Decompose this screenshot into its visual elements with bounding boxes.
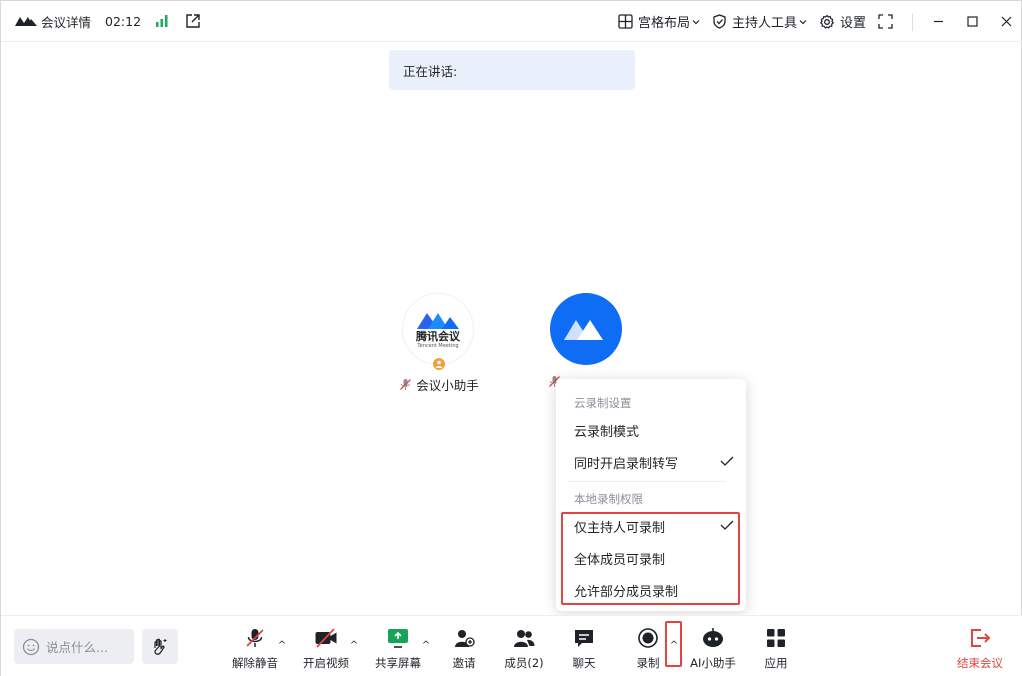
- speaking-indicator: 正在讲话:: [389, 50, 635, 90]
- close-button[interactable]: [989, 1, 1022, 42]
- some-members-record-item[interactable]: 允许部分成员录制: [574, 577, 734, 603]
- apps-button[interactable]: 应用: [746, 626, 806, 671]
- local-recording-header: 本地录制权限: [574, 492, 643, 506]
- cloud-recording-header: 云录制设置: [574, 396, 632, 410]
- members-icon: [514, 630, 535, 647]
- raise-hand-icon: [154, 638, 167, 655]
- video-options-caret[interactable]: ^: [349, 639, 359, 651]
- maximize-icon: [966, 16, 978, 27]
- record-icon: [638, 628, 658, 648]
- popout-icon[interactable]: [185, 13, 201, 29]
- chevron-down-icon: [799, 19, 807, 24]
- close-icon: [1001, 16, 1011, 27]
- audio-options-caret[interactable]: ^: [277, 639, 287, 651]
- participant-name: 会议小助手: [416, 378, 479, 393]
- record-options-menu: 云录制设置 云录制模式 同时开启录制转写 本地录制权限 仅主持人可录制 全体成员…: [556, 379, 746, 611]
- invite-label: 邀请: [452, 656, 476, 670]
- gear-icon: [820, 14, 834, 29]
- avatar: 腾讯会议 Tencent Meeting: [402, 293, 474, 372]
- logo-text: 腾讯会议: [416, 330, 460, 343]
- tencent-meeting-logo-icon: [417, 313, 459, 329]
- meeting-timer: 02:12: [105, 13, 142, 29]
- add-user-icon: [455, 630, 475, 647]
- share-screen-button[interactable]: 共享屏幕: [368, 626, 428, 671]
- minimize-icon: [933, 20, 943, 23]
- mic-muted-icon: [400, 379, 412, 390]
- host-tools-button[interactable]: 主持人工具: [706, 8, 813, 36]
- tencent-meeting-logo-icon: [15, 17, 37, 26]
- meeting-window: 会议详情 02:12 宫格布局 主持人工具 设置 正在讲话: 腾讯会议 Tenc…: [0, 0, 1022, 676]
- meeting-details-link[interactable]: 会议详情: [41, 12, 91, 31]
- apps-grid-icon: [767, 629, 785, 647]
- chat-icon: [575, 630, 593, 647]
- raise-hand-button[interactable]: [142, 629, 178, 664]
- network-signal-icon[interactable]: [155, 14, 169, 28]
- logo-subtext: Tencent Meeting: [417, 343, 459, 349]
- checkmark-icon: [720, 520, 734, 530]
- ai-assistant-icon: [703, 628, 723, 647]
- video-off-icon: [315, 628, 337, 648]
- ai-assistant-button[interactable]: AI小助手: [683, 626, 743, 671]
- members-button[interactable]: 成员(2): [494, 626, 554, 671]
- share-screen-label: 共享屏幕: [375, 656, 421, 670]
- chat-placeholder: 说点什么...: [46, 640, 108, 655]
- host-only-record-label: 仅主持人可录制: [574, 520, 666, 536]
- members-label: 成员(2): [504, 656, 544, 670]
- menu-divider: [568, 481, 726, 482]
- cloud-recording-mode-item[interactable]: 云录制模式: [574, 417, 734, 443]
- chat-label: 聊天: [572, 656, 596, 670]
- some-members-record-label: 允许部分成员录制: [574, 584, 679, 600]
- chat-button[interactable]: 聊天: [554, 626, 614, 671]
- all-members-record-item[interactable]: 全体成员可录制: [574, 545, 734, 571]
- record-label: 录制: [636, 656, 660, 670]
- settings-label: 设置: [839, 16, 866, 31]
- fullscreen-icon: [878, 14, 893, 29]
- participant-tile[interactable]: [547, 293, 627, 388]
- minimize-button[interactable]: [921, 1, 955, 42]
- mic-muted-icon: [246, 629, 264, 647]
- chevron-down-icon: [692, 19, 700, 24]
- participant-tile[interactable]: 腾讯会议 Tencent Meeting 会议小助手: [399, 293, 479, 394]
- avatar: [550, 293, 622, 365]
- maximize-button[interactable]: [955, 1, 989, 42]
- unmute-label: 解除静音: [232, 656, 278, 670]
- start-video-button[interactable]: 开启视频: [296, 626, 356, 671]
- settings-button[interactable]: 设置: [813, 8, 872, 36]
- bottom-toolbar: 说点什么... 解除静音 ^ 开启视频 ^ 共享屏幕 ^ 邀请 成员(2) 聊天…: [1, 615, 1022, 676]
- checkmark-icon: [720, 456, 734, 466]
- ai-assistant-label: AI小助手: [690, 656, 736, 670]
- title-bar: 会议详情 02:12 宫格布局 主持人工具 设置: [1, 1, 1022, 42]
- share-screen-icon: [388, 629, 408, 648]
- cloud-transcribe-label: 同时开启录制转写: [574, 456, 679, 472]
- unmute-button[interactable]: 解除静音: [225, 626, 285, 671]
- apps-label: 应用: [764, 656, 788, 670]
- layout-button[interactable]: 宫格布局: [612, 8, 706, 36]
- exit-icon: [971, 629, 991, 647]
- invite-button[interactable]: 邀请: [434, 626, 494, 671]
- host-badge: [431, 356, 447, 372]
- record-options-caret[interactable]: ^: [669, 639, 679, 651]
- cloud-recording-mode-label: 云录制模式: [574, 424, 640, 440]
- share-options-caret[interactable]: ^: [421, 639, 431, 651]
- start-video-label: 开启视频: [303, 656, 349, 670]
- user-icon: [435, 360, 443, 368]
- cloud-transcribe-item[interactable]: 同时开启录制转写: [574, 449, 734, 475]
- host-only-record-item[interactable]: 仅主持人可录制: [574, 513, 734, 539]
- host-tools-label: 主持人工具: [731, 16, 797, 31]
- end-meeting-label: 结束会议: [957, 656, 1003, 670]
- tencent-meeting-logo-icon: [564, 320, 603, 340]
- layout-label: 宫格布局: [637, 16, 690, 31]
- emoji-icon: [22, 638, 40, 655]
- all-members-record-label: 全体成员可录制: [574, 552, 666, 568]
- titlebar-divider: [912, 12, 913, 31]
- speaking-label: 正在讲话:: [403, 63, 458, 79]
- fullscreen-button[interactable]: [872, 8, 904, 36]
- grid-layout-icon: [618, 14, 633, 29]
- end-meeting-button[interactable]: 结束会议: [950, 626, 1010, 671]
- chat-input[interactable]: 说点什么...: [14, 629, 134, 664]
- shield-check-icon: [713, 14, 726, 29]
